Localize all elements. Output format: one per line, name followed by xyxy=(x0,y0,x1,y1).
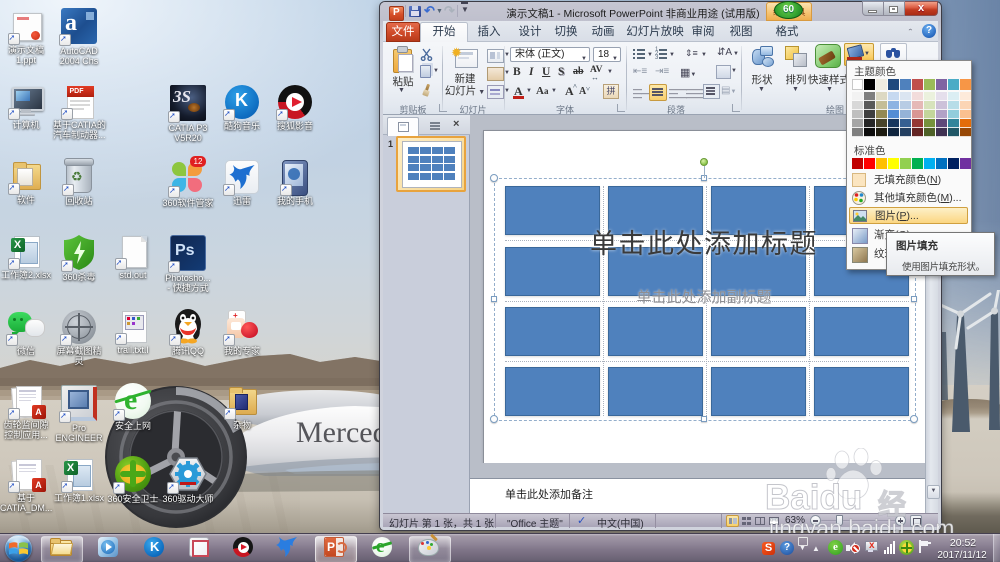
svg-text:Merced: Merced xyxy=(296,416,388,449)
